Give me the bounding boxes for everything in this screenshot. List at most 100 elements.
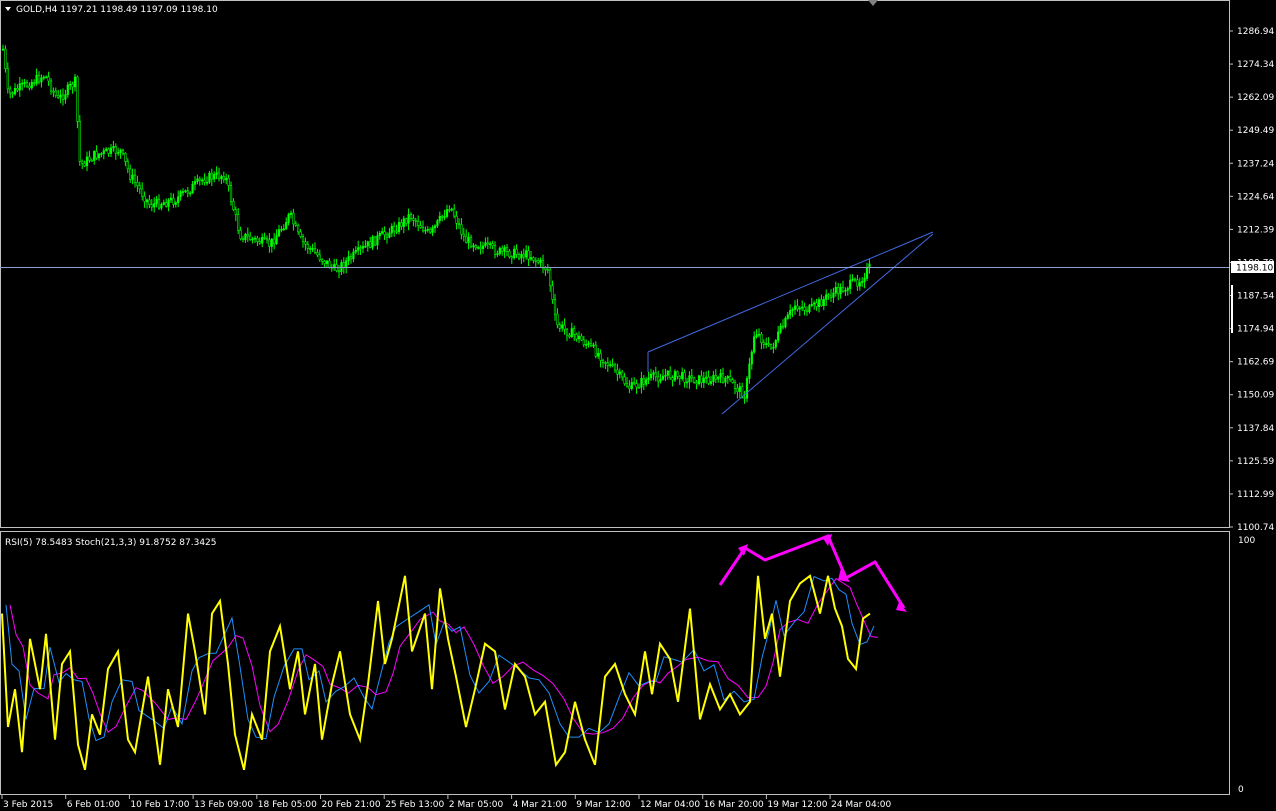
candle-body [529,257,533,260]
candle-body [501,247,504,252]
time-axis-label: 13 Feb 09:00 [194,800,253,810]
candle-body [11,92,14,95]
candle-body [455,215,458,224]
candle-body [765,343,768,345]
candle-body [508,251,511,258]
candle-body [90,160,93,162]
candle-body [827,294,830,297]
candle-body [808,305,811,313]
candle-body [174,202,177,205]
candle-body [726,376,729,379]
candle-body [664,374,667,377]
sub-panel-header: RSI(5) 78.5483 Stoch(21,3,3) 91.8752 87.… [5,538,217,548]
candle-body [805,309,809,312]
candle-body [162,202,165,205]
candle-body [148,199,151,205]
candle-body [491,243,494,246]
candle-body [282,228,285,231]
candle-body [695,382,698,385]
candle-body [357,247,360,251]
chart-window[interactable]: GOLD,H4 1197.21 1198.49 1197.09 1198.10 … [0,0,1276,811]
candle-body [649,373,653,379]
candle-body [587,342,590,345]
candle-body [777,331,780,341]
candle-body [707,376,710,384]
candle-body [613,364,617,371]
candle-body [513,248,516,259]
candle-body [493,245,497,255]
chart-shift-marker-icon[interactable] [868,0,878,6]
candle-body [849,279,852,289]
candle-body [133,174,137,183]
candle-body [654,372,657,378]
candle-body [865,267,869,279]
divergence-annotation[interactable] [718,534,907,612]
price-axis-label: 1174.94 [1237,325,1274,335]
dropdown-arrow-icon[interactable] [5,7,11,11]
candle-body [522,253,525,258]
candle-body [229,185,233,202]
candle-body [755,334,758,338]
candle-body [436,220,439,227]
time-axis-label: 3 Feb 2015 [3,800,53,810]
candle-body [83,162,86,167]
candle-body [851,278,854,281]
wedge-upper-trendline[interactable] [647,231,934,353]
candle-body [472,245,475,248]
candle-body [616,369,619,375]
candle-body [546,269,549,272]
chart-canvas[interactable]: GOLD,H4 1197.21 1198.49 1197.09 1198.10 … [0,0,1276,811]
candle-body [630,382,633,389]
candle-body [385,234,389,238]
candle-body [61,94,65,100]
candle-body [383,231,386,236]
candle-body [640,377,643,388]
time-axis-label: 19 Mar 12:00 [767,800,827,810]
candle-body [270,238,273,247]
candle-body [388,232,391,238]
main-panel-frame [0,0,1230,528]
candle-body [172,197,175,205]
candle-body [181,191,185,193]
candle-body [556,313,559,326]
candle-body [844,289,847,292]
candle-body [253,237,257,240]
candle-body [227,177,230,186]
candle-body [124,153,127,162]
candle-body [81,160,84,164]
candle-body [592,344,595,347]
candle-body [40,77,43,83]
candle-body [155,198,158,204]
candle-body [239,230,242,240]
candle-body [544,267,547,270]
price-axis-label: 1237.24 [1237,159,1274,169]
candle-body [30,82,33,89]
candle-body [637,386,641,389]
candle-body [275,235,278,244]
candle-body [369,241,372,248]
candle-body [347,256,350,261]
candle-body [21,82,24,85]
candle-body [678,375,681,379]
candle-body [309,248,312,250]
wedge-lower-trendline[interactable] [721,233,934,415]
price-axis-label: 1162.69 [1237,358,1274,368]
candle-body [474,245,477,249]
candle-body [349,256,353,260]
candle-body [136,182,139,187]
candle-body [42,76,45,79]
candle-body [109,147,113,154]
candle-body [417,221,420,226]
candle-body [448,209,451,211]
candle-body [18,83,21,91]
price-axis-label: 1212.39 [1237,225,1274,235]
candle-body [287,214,290,223]
time-axis-label: 18 Feb 05:00 [258,800,317,810]
candle-body [299,231,302,237]
candle-body [153,203,156,208]
candle-body [453,208,456,217]
candle-body [563,324,566,330]
candle-body [803,306,806,311]
candle-body [769,344,773,349]
candle-body [733,382,737,389]
